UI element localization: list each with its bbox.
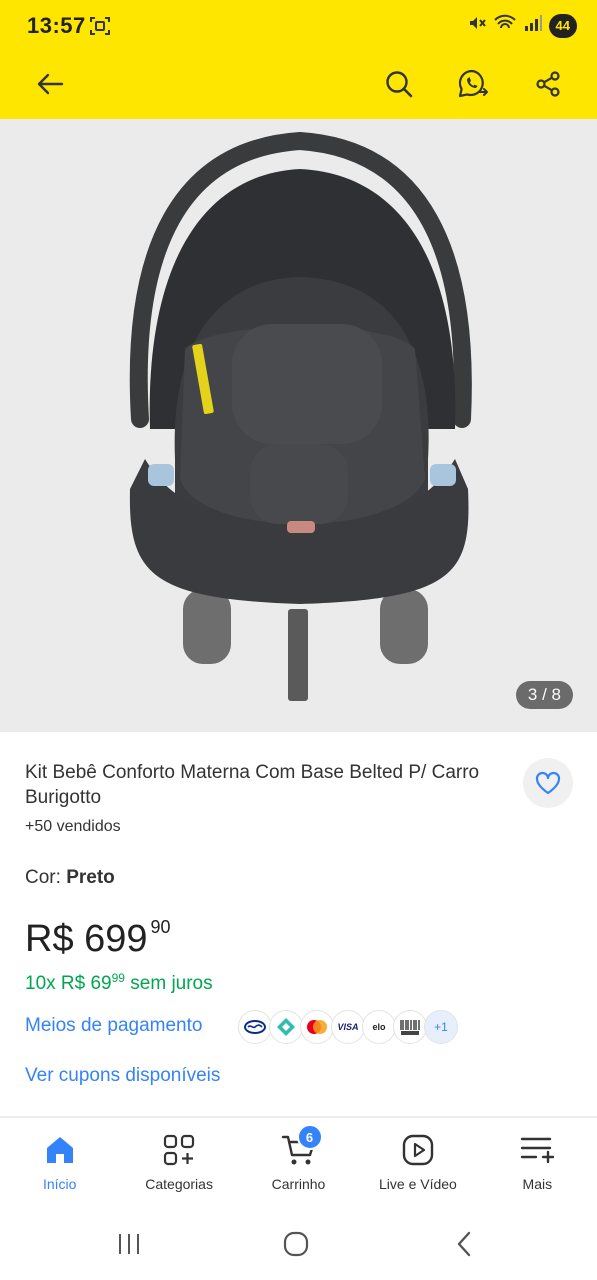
- visa-icon: VISA: [331, 1010, 365, 1044]
- whatsapp-share-icon[interactable]: [451, 62, 495, 106]
- product-image: [129, 131, 472, 701]
- home-circle-icon[interactable]: [276, 1228, 316, 1260]
- more-payment-methods[interactable]: +1: [424, 1010, 458, 1044]
- share-icon[interactable]: [526, 62, 570, 106]
- status-icons: 44: [467, 13, 577, 38]
- signal-icon: [523, 13, 543, 38]
- product-image-gallery[interactable]: 3 / 8: [0, 119, 597, 732]
- bottom-tab-bar: Início Categorias 6 Carrinho Live e Víde…: [0, 1118, 597, 1208]
- navigation-bar: [0, 52, 597, 119]
- screenshot-icon: [89, 15, 111, 37]
- pix-icon: [269, 1010, 303, 1044]
- back-arrow-icon[interactable]: [28, 62, 72, 106]
- cart-badge: 6: [296, 1124, 323, 1150]
- price-main: R$ 699: [25, 918, 148, 960]
- mastercard-icon: [300, 1010, 334, 1044]
- mercadopago-icon: [238, 1010, 272, 1044]
- play-icon: [398, 1132, 438, 1168]
- product-title: Kit Bebê Conforto Materna Com Base Belte…: [25, 762, 480, 808]
- back-chevron-icon[interactable]: [444, 1228, 484, 1260]
- tab-categorias[interactable]: Categorias: [119, 1118, 238, 1208]
- tab-mais[interactable]: Mais: [478, 1118, 597, 1208]
- tab-live-e-video[interactable]: Live e Vídeo: [358, 1118, 477, 1208]
- tab-inicio[interactable]: Início: [0, 1118, 119, 1208]
- payment-icons[interactable]: VISA elo +1: [238, 1010, 458, 1044]
- sold-count: +50 vendidos: [25, 818, 121, 835]
- favorite-button[interactable]: [523, 758, 573, 808]
- payment-methods-link[interactable]: Meios de pagamento: [25, 1015, 202, 1037]
- color-label: Cor:: [25, 867, 61, 888]
- elo-icon: elo: [362, 1010, 396, 1044]
- wifi-icon: [493, 13, 517, 38]
- color-value: Preto: [66, 867, 115, 888]
- price-cents: 90: [150, 917, 171, 937]
- installments: 10x R$ 6999 sem juros: [25, 971, 213, 994]
- coupons-link[interactable]: Ver cupons disponíveis: [25, 1065, 220, 1087]
- color-selector[interactable]: Cor: Preto: [25, 867, 115, 889]
- mute-icon: [467, 13, 487, 38]
- status-bar: 13:57 44: [0, 0, 597, 52]
- tab-carrinho[interactable]: 6 Carrinho: [239, 1118, 358, 1208]
- home-icon: [40, 1132, 80, 1168]
- search-icon[interactable]: [377, 62, 421, 106]
- app-header: 13:57 44: [0, 0, 597, 119]
- image-counter: 3 / 8: [515, 681, 573, 709]
- battery-icon: 44: [548, 13, 577, 38]
- recents-icon[interactable]: [109, 1228, 149, 1260]
- price: R$ 699 90: [25, 917, 171, 961]
- menu-plus-icon: [517, 1132, 557, 1168]
- status-time: 13:57: [27, 13, 86, 38]
- system-navigation: [0, 1208, 597, 1280]
- heart-icon: [535, 771, 561, 795]
- boleto-icon: [393, 1010, 427, 1044]
- categories-icon: [159, 1132, 199, 1168]
